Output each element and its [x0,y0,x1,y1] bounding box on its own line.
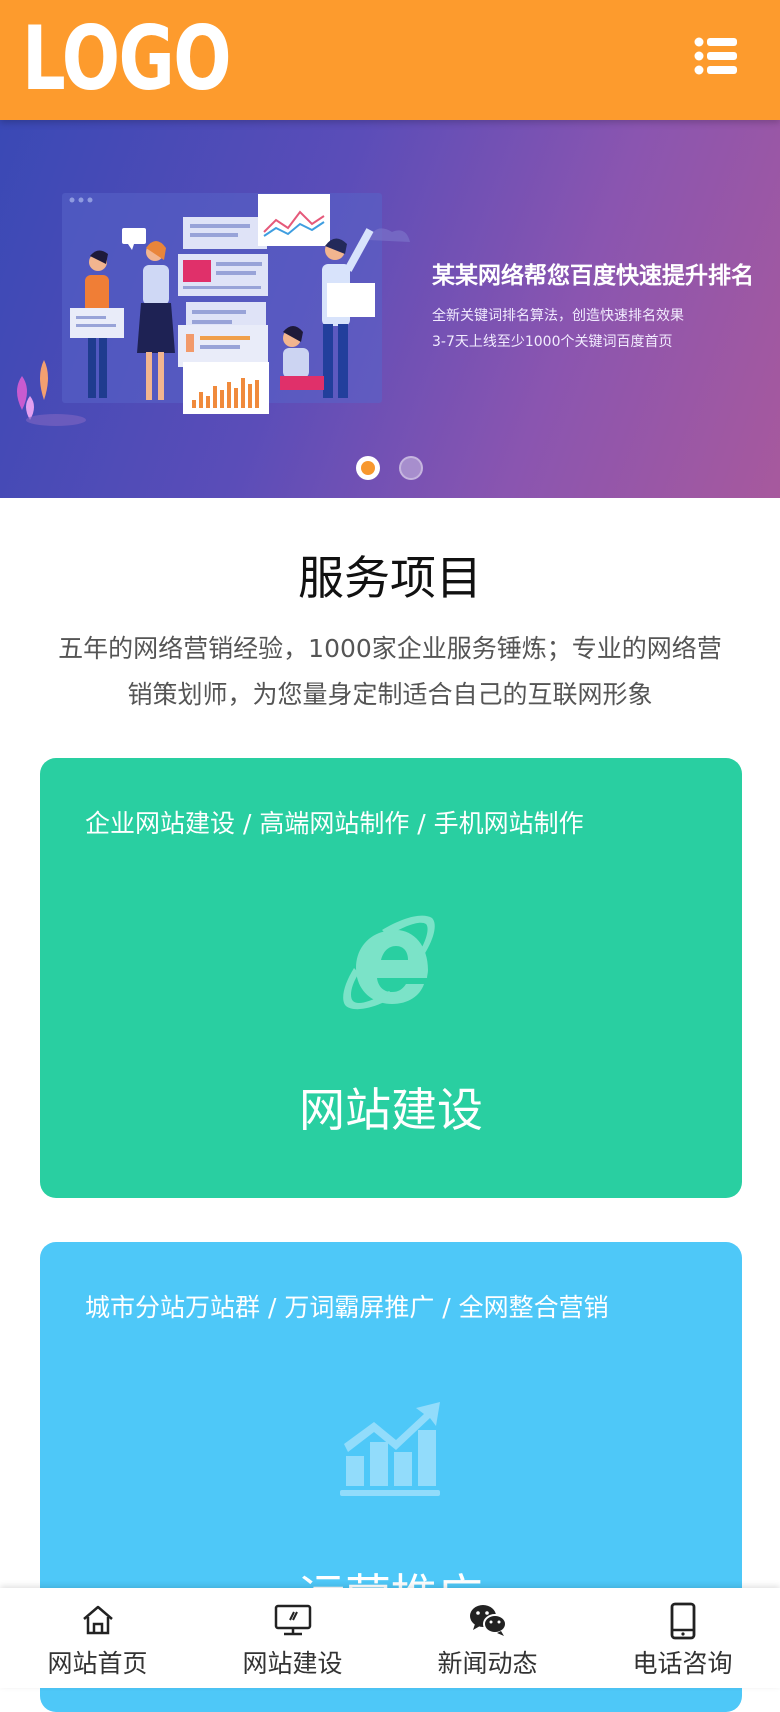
nav-item-website[interactable]: 网站建设 [195,1588,390,1688]
service-card-name: 网站建设 [299,1083,483,1137]
banner-subtitle-line-2: 3-7天上线至少1000个关键词百度首页 [432,334,673,350]
services-description: 五年的网络营销经验，1000家企业服务锤炼；专业的网络营销策划师，为您量身定制适… [58,634,722,709]
wechat-icon [469,1605,507,1636]
nav-label: 电话咨询 [632,1649,733,1678]
site-logo[interactable]: LOGO [22,15,232,103]
service-card-tags: 企业网站建设 / 高端网站制作 / 手机网站制作 [85,809,584,838]
banner-title: 某某网络帮您百度快速提升排名 [432,263,754,289]
nav-item-news[interactable]: 新闻动态 [390,1588,585,1688]
services-title: 服务项目 [298,551,482,605]
nav-label: 新闻动态 [437,1649,538,1678]
home-icon [82,1605,113,1635]
nav-item-home[interactable]: 网站首页 [0,1588,195,1688]
banner-illustration [17,193,410,426]
slide-dot-1[interactable] [356,456,380,480]
list-menu-icon [694,37,737,75]
service-card-website[interactable]: 企业网站建设 / 高端网站制作 / 手机网站制作 网站建设 [40,758,742,1198]
phone-icon [670,1602,695,1640]
hero-banner[interactable]: 某某网络帮您百度快速提升排名 全新关键词排名算法，创造快速排名效果 3-7天上线… [0,120,780,498]
monitor-icon [274,1604,311,1636]
nav-item-phone[interactable]: 电话咨询 [585,1588,780,1688]
nav-label: 网站首页 [47,1649,148,1678]
service-card-tags: 城市分站万站群 / 万词霸屏推广 / 全网整合营销 [85,1293,609,1322]
bottom-navigation: 网站首页 网站建设 新闻动态 电话咨询 [0,1588,780,1688]
nav-label: 网站建设 [242,1649,343,1678]
menu-button[interactable] [694,36,744,80]
banner-subtitle-line-1: 全新关键词排名算法，创造快速排名效果 [432,308,684,324]
growth-chart-icon [340,1402,440,1496]
top-header: LOGO [0,0,780,120]
slide-dot-2[interactable] [399,456,423,480]
ie-browser-icon [343,915,435,1010]
